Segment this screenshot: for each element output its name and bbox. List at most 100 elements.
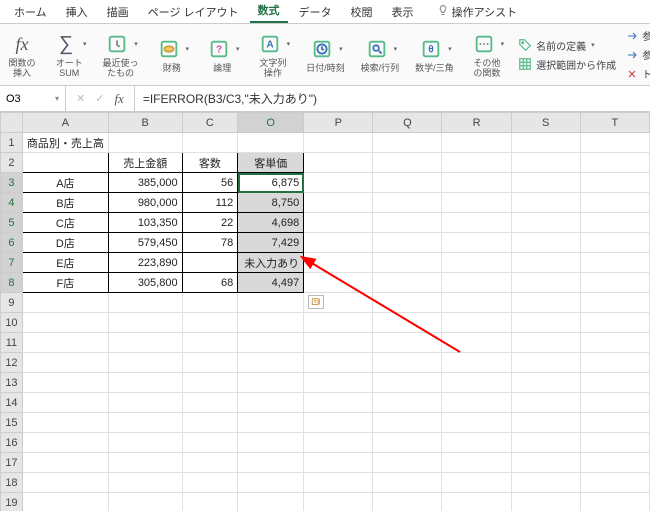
col-header-O[interactable]: O — [238, 113, 304, 133]
tab-insert[interactable]: 挿入 — [58, 1, 96, 23]
cell-Q17[interactable] — [373, 453, 442, 473]
cell-R9[interactable] — [442, 293, 511, 313]
cell-T19[interactable] — [580, 493, 649, 511]
cell-T10[interactable] — [580, 313, 649, 333]
cell-O3[interactable]: 6,875 — [238, 173, 304, 193]
cell-P11[interactable] — [304, 333, 373, 353]
cell-Q7[interactable] — [373, 253, 442, 273]
cell-O6[interactable]: 7,429 — [238, 233, 304, 253]
cell-Q11[interactable] — [373, 333, 442, 353]
cell-C15[interactable] — [182, 413, 238, 433]
cell-T4[interactable] — [580, 193, 649, 213]
cell-C6[interactable]: 78 — [182, 233, 238, 253]
row-header-19[interactable]: 19 — [1, 493, 23, 511]
cell-R13[interactable] — [442, 373, 511, 393]
cell-P7[interactable] — [304, 253, 373, 273]
cell-S6[interactable] — [511, 233, 580, 253]
cell-B7[interactable]: 223,890 — [108, 253, 182, 273]
ribbon-autosum[interactable]: ∑▾ オート SUM — [44, 24, 95, 85]
col-header-C[interactable]: C — [182, 113, 238, 133]
define-name-button[interactable]: 名前の定義▾ — [518, 38, 616, 53]
ribbon-other[interactable]: ▾ その他 の関数 — [462, 24, 513, 85]
cell-B12[interactable] — [108, 353, 182, 373]
cell-B16[interactable] — [108, 433, 182, 453]
cell-P15[interactable] — [304, 413, 373, 433]
cell-T16[interactable] — [580, 433, 649, 453]
cell-T9[interactable] — [580, 293, 649, 313]
cell-R14[interactable] — [442, 393, 511, 413]
cell-P6[interactable] — [304, 233, 373, 253]
cell-R19[interactable] — [442, 493, 511, 511]
cell-C7[interactable] — [182, 253, 238, 273]
cell-Q9[interactable] — [373, 293, 442, 313]
cell-A13[interactable] — [22, 373, 108, 393]
cell-R11[interactable] — [442, 333, 511, 353]
cell-R8[interactable] — [442, 273, 511, 293]
cell-Q16[interactable] — [373, 433, 442, 453]
cell-T18[interactable] — [580, 473, 649, 493]
row-header-5[interactable]: 5 — [1, 213, 23, 233]
cell-S10[interactable] — [511, 313, 580, 333]
cell-C2[interactable]: 客数 — [182, 153, 238, 173]
cell-P5[interactable] — [304, 213, 373, 233]
cell-B6[interactable]: 579,450 — [108, 233, 182, 253]
row-header-15[interactable]: 15 — [1, 413, 23, 433]
tab-page-layout[interactable]: ページ レイアウト — [140, 1, 247, 23]
col-header-B[interactable]: B — [108, 113, 182, 133]
cell-T15[interactable] — [580, 413, 649, 433]
cell-P8[interactable] — [304, 273, 373, 293]
cell-T11[interactable] — [580, 333, 649, 353]
row-header-17[interactable]: 17 — [1, 453, 23, 473]
cell-R2[interactable] — [442, 153, 511, 173]
row-header-14[interactable]: 14 — [1, 393, 23, 413]
cell-S5[interactable] — [511, 213, 580, 233]
cell-B15[interactable] — [108, 413, 182, 433]
tab-assist[interactable]: 操作アシスト — [429, 1, 526, 23]
col-header-T[interactable]: T — [580, 113, 649, 133]
cell-B17[interactable] — [108, 453, 182, 473]
row-header-8[interactable]: 8 — [1, 273, 23, 293]
cell-Q18[interactable] — [373, 473, 442, 493]
col-header-Q[interactable]: Q — [373, 113, 442, 133]
cell-C14[interactable] — [182, 393, 238, 413]
cell-Q15[interactable] — [373, 413, 442, 433]
cell-Q19[interactable] — [373, 493, 442, 511]
cell-R17[interactable] — [442, 453, 511, 473]
row-header-4[interactable]: 4 — [1, 193, 23, 213]
cell-S12[interactable] — [511, 353, 580, 373]
remove-arrows[interactable]: トレ — [626, 66, 650, 81]
cell-O16[interactable] — [238, 433, 304, 453]
cell-R6[interactable] — [442, 233, 511, 253]
cell-O2[interactable]: 客単価 — [238, 153, 304, 173]
cell-R16[interactable] — [442, 433, 511, 453]
cell-C4[interactable]: 112 — [182, 193, 238, 213]
cell-Q4[interactable] — [373, 193, 442, 213]
trace-precedents[interactable]: 参 — [626, 28, 650, 43]
cell-S2[interactable] — [511, 153, 580, 173]
cell-A6[interactable]: D店 — [22, 233, 108, 253]
cell-P4[interactable] — [304, 193, 373, 213]
cell-S1[interactable] — [511, 133, 580, 153]
name-box[interactable]: O3 ▾ — [0, 86, 66, 111]
cell-Q2[interactable] — [373, 153, 442, 173]
cell-O5[interactable]: 4,698 — [238, 213, 304, 233]
cell-B9[interactable] — [108, 293, 182, 313]
cell-C8[interactable]: 68 — [182, 273, 238, 293]
row-header-12[interactable]: 12 — [1, 353, 23, 373]
cell-T17[interactable] — [580, 453, 649, 473]
tab-home[interactable]: ホーム — [6, 1, 55, 23]
row-header-3[interactable]: 3 — [1, 173, 23, 193]
cell-R15[interactable] — [442, 413, 511, 433]
ribbon-logical[interactable]: ?▾ 論理 — [197, 24, 248, 85]
cell-S9[interactable] — [511, 293, 580, 313]
cell-S14[interactable] — [511, 393, 580, 413]
row-header-10[interactable]: 10 — [1, 313, 23, 333]
cell-A16[interactable] — [22, 433, 108, 453]
cell-Q6[interactable] — [373, 233, 442, 253]
cell-C1[interactable] — [182, 133, 238, 153]
select-all-corner[interactable] — [1, 113, 23, 133]
cell-A12[interactable] — [22, 353, 108, 373]
cell-S7[interactable] — [511, 253, 580, 273]
row-header-7[interactable]: 7 — [1, 253, 23, 273]
cell-A15[interactable] — [22, 413, 108, 433]
